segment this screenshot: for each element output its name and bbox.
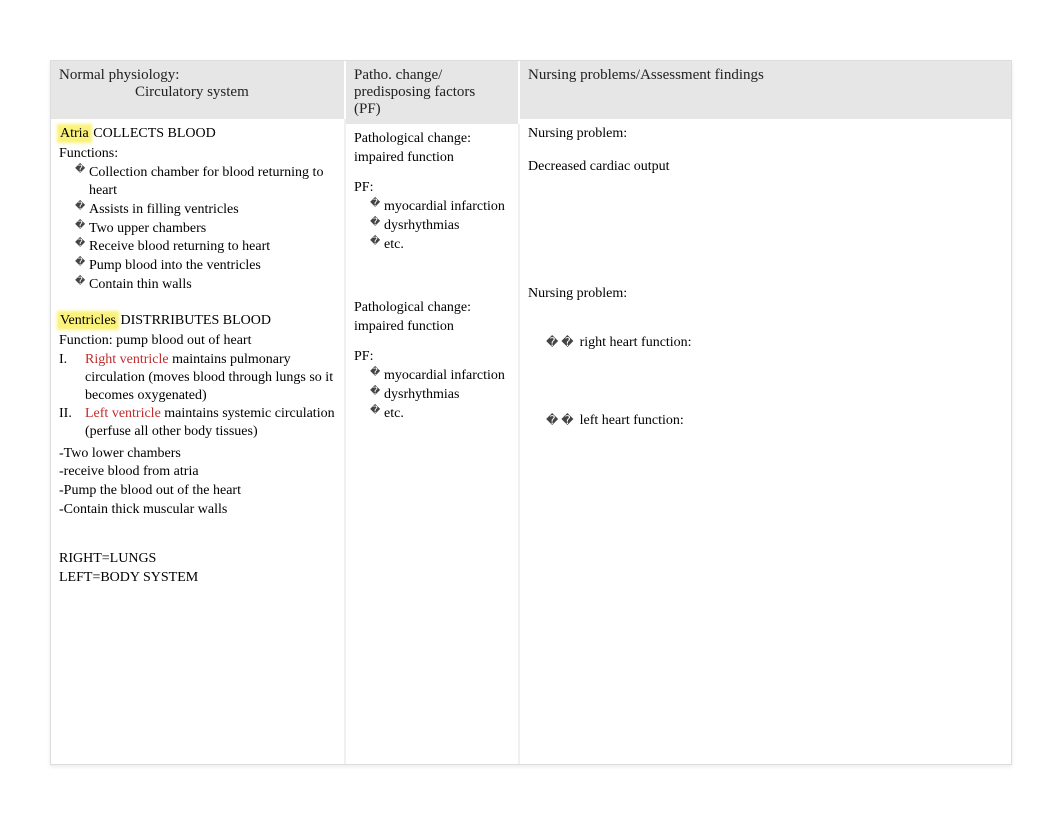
header-col3: Nursing problems/Assessment findings	[520, 61, 1011, 119]
list-item: etc.	[384, 405, 510, 423]
header-col1: Normal physiology: Circulatory system	[51, 61, 346, 119]
roman-num: II.	[59, 405, 85, 441]
functions-label: Functions:	[59, 145, 336, 163]
roman-text: Left ventricle maintains systemic circul…	[85, 405, 336, 441]
patho-change-2-l2: impaired function	[354, 318, 510, 336]
ventricles-rest: DISTRRIBUTES BLOOD	[117, 313, 271, 328]
right-lungs: RIGHT=LUNGS	[59, 550, 336, 568]
extra-line: -Pump the blood out of the heart	[59, 482, 336, 500]
arrow-icon: � �	[546, 335, 574, 350]
nursing-problem-1-text: Decreased cardiac output	[528, 158, 1003, 176]
pf-bullets-2: myocardial infarction dysrhythmias etc.	[354, 367, 510, 423]
extra-line: -Two lower chambers	[59, 445, 336, 463]
body-col2: Pathological change: impaired function P…	[346, 124, 520, 764]
right-ventricle-label: Right ventricle	[85, 352, 169, 367]
body-col1: Atria COLLECTS BLOOD Functions: Collecti…	[51, 119, 346, 764]
list-item: myocardial infarction	[384, 198, 510, 216]
header-col1-line1: Normal physiology:	[59, 67, 336, 84]
extra-line: -Contain thick muscular walls	[59, 501, 336, 519]
arrow-icon: � �	[546, 413, 574, 428]
column-patho-change: Patho. change/ predisposing factors (PF)…	[346, 61, 520, 764]
roman-row-2: II. Left ventricle maintains systemic ci…	[59, 405, 336, 441]
pf-label-1: PF:	[354, 179, 510, 197]
atria-line: Atria COLLECTS BLOOD	[59, 125, 336, 143]
patho-change-2-l1: Pathological change:	[354, 299, 510, 317]
list-item: Receive blood returning to heart	[89, 238, 336, 256]
left-body: LEFT=BODY SYSTEM	[59, 569, 336, 587]
pf-label-2: PF:	[354, 348, 510, 366]
atria-bullets: Collection chamber for blood returning t…	[59, 164, 336, 294]
nursing-problem-2-label: Nursing problem:	[528, 285, 1003, 303]
patho-change-1-l1: Pathological change:	[354, 130, 510, 148]
header-col2-line2: predisposing factors	[354, 84, 510, 101]
column-nursing-problems: Nursing problems/Assessment findings Nur…	[520, 61, 1011, 764]
header-col3-text: Nursing problems/Assessment findings	[528, 67, 1003, 84]
header-col2-line1: Patho. change/	[354, 67, 510, 84]
list-item: Two upper chambers	[89, 220, 336, 238]
ventricles-highlight: Ventricles	[59, 313, 117, 328]
list-item: myocardial infarction	[384, 367, 510, 385]
left-ventricle-label: Left ventricle	[85, 406, 161, 421]
header-col2: Patho. change/ predisposing factors (PF)	[346, 61, 520, 124]
patho-change-1-l2: impaired function	[354, 149, 510, 167]
column-normal-physiology: Normal physiology: Circulatory system At…	[51, 61, 346, 764]
header-col1-line2: Circulatory system	[59, 84, 336, 101]
list-item: Pump blood into the ventricles	[89, 257, 336, 275]
roman-row-1: I. Right ventricle maintains pulmonary c…	[59, 351, 336, 405]
list-item: Contain thin walls	[89, 276, 336, 294]
list-item: dysrhythmias	[384, 386, 510, 404]
pf-bullets-1: myocardial infarction dysrhythmias etc.	[354, 198, 510, 254]
ventricles-line: Ventricles DISTRRIBUTES BLOOD	[59, 312, 336, 330]
list-item: Collection chamber for blood returning t…	[89, 164, 336, 200]
roman-num: I.	[59, 351, 85, 405]
body-col3: Nursing problem: Decreased cardiac outpu…	[520, 119, 1011, 764]
roman-text: Right ventricle maintains pulmonary circ…	[85, 351, 336, 405]
right-heart-text: right heart function:	[580, 334, 692, 352]
list-item: dysrhythmias	[384, 217, 510, 235]
physiology-table: Normal physiology: Circulatory system At…	[50, 60, 1012, 765]
left-heart-text: left heart function:	[580, 412, 684, 430]
nursing-problem-1-label: Nursing problem:	[528, 125, 1003, 143]
right-heart-row: � � right heart function:	[546, 334, 1003, 352]
list-item: etc.	[384, 236, 510, 254]
list-item: Assists in filling ventricles	[89, 201, 336, 219]
function-label: Function: pump blood out of heart	[59, 332, 336, 350]
atria-rest: COLLECTS BLOOD	[90, 126, 216, 141]
left-heart-row: � � left heart function:	[546, 412, 1003, 430]
atria-highlight: Atria	[59, 126, 90, 141]
extra-line: -receive blood from atria	[59, 463, 336, 481]
header-col2-line3: (PF)	[354, 101, 510, 118]
